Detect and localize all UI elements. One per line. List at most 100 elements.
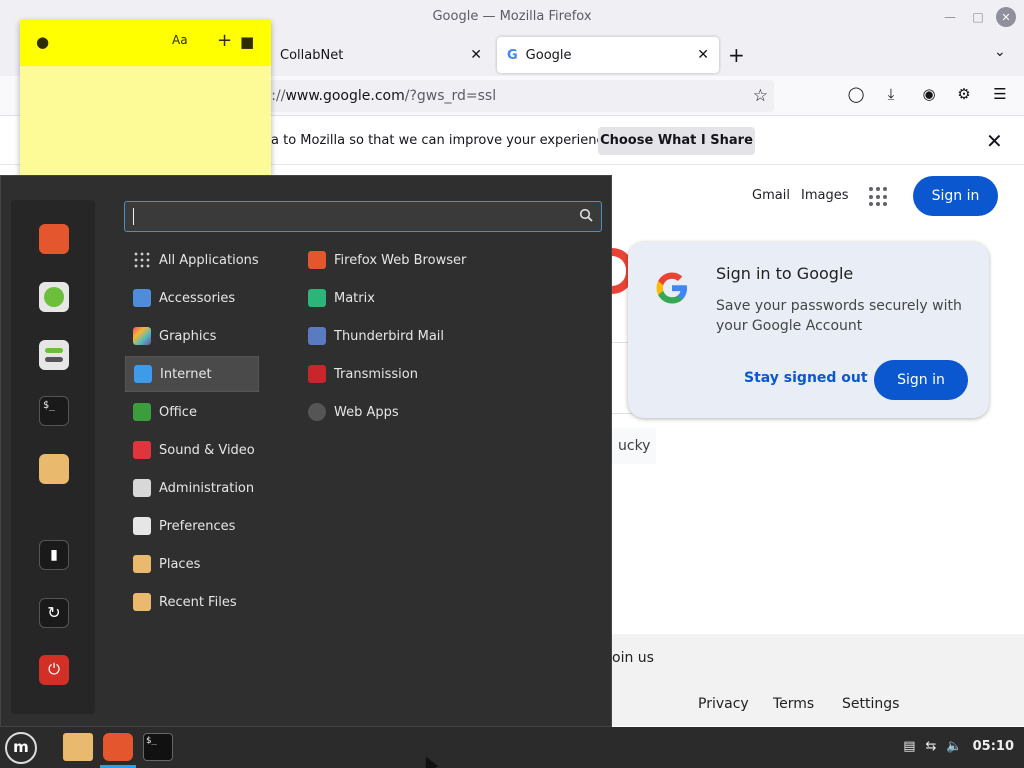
administration-icon [133,479,151,497]
text-caret [133,208,134,225]
category-recent-files[interactable]: Recent Files [125,584,259,620]
category-label: Recent Files [159,594,237,610]
popup-title: Sign in to Google [716,264,854,283]
app-firefox[interactable]: Firefox Web Browser [302,242,562,278]
google-apps-icon[interactable] [869,187,889,207]
grid-icon [133,251,151,269]
office-icon [133,403,151,421]
mint-menu-icon[interactable]: m [5,732,37,764]
app-label: Thunderbird Mail [334,328,445,344]
app-web-apps[interactable]: Web Apps [302,394,562,430]
account-icon[interactable]: ◉ [918,85,940,107]
system-tray: ▤ ⇆ 🔈 05:10 [903,739,1014,754]
gmail-link[interactable]: Gmail [752,188,790,203]
minimize-icon[interactable]: — [940,7,960,27]
category-administration[interactable]: Administration [125,470,259,506]
clock[interactable]: 05:10 [973,739,1014,754]
notification-text: a to Mozilla so that we can improve your… [271,133,616,148]
sticky-note-toolbar: ● Aa + ■ [20,20,271,66]
bookmark-star-icon[interactable]: ☆ [753,86,768,106]
app-label: Web Apps [334,404,399,420]
google-favicon-icon: G [507,47,518,63]
preferences-icon [133,517,151,535]
terminal-icon[interactable]: $_ [143,733,173,761]
add-note-icon[interactable]: + [217,30,232,51]
app-transmission[interactable]: Transmission [302,356,562,392]
volume-icon[interactable]: 🔈 [946,739,962,754]
sticky-note[interactable]: ● Aa + ■ [20,20,271,180]
system-settings-icon[interactable] [39,340,69,370]
folder-icon [133,555,151,573]
shutdown-icon[interactable]: ⏻ [39,655,69,685]
taskbar: m $_ ▤ ⇆ 🔈 05:10 [0,727,1024,768]
files-folder-icon[interactable] [63,733,93,761]
color-drop-icon[interactable]: ● [36,33,49,51]
category-sound-video[interactable]: Sound & Video [125,432,259,468]
category-label: Office [159,404,197,420]
terminal-icon[interactable]: $_ [39,396,69,426]
list-all-tabs-icon[interactable]: ⌄ [994,44,1006,60]
privacy-link[interactable]: Privacy [698,696,749,712]
app-label: Transmission [334,366,418,382]
category-all-applications[interactable]: All Applications [125,242,259,278]
new-tab-icon[interactable]: + [728,43,745,67]
matrix-icon [308,289,326,307]
window-controls: — □ ✕ [940,7,1016,27]
sound-video-icon [133,441,151,459]
lock-screen-icon[interactable]: ▮ [39,540,69,570]
tab-close-icon[interactable]: ✕ [697,47,709,63]
firefox-icon [308,251,326,269]
url-path: /?gws_rd=ssl [404,88,497,104]
app-menu-icon[interactable]: ☰ [989,85,1011,107]
firefox-icon[interactable] [39,224,69,254]
firefox-icon[interactable] [103,733,133,761]
stay-signed-out-button[interactable]: Stay signed out [744,370,868,386]
category-label: Administration [159,480,255,496]
menu-search-input[interactable] [124,201,602,232]
accessories-icon [133,289,151,307]
tab-label: CollabNet [280,47,344,63]
category-graphics[interactable]: Graphics [125,318,259,354]
category-label: Accessories [159,290,236,306]
settings-link[interactable]: Settings [842,696,899,712]
terms-link[interactable]: Terms [773,696,814,712]
text-format-icon[interactable]: Aa [172,33,188,47]
popup-sign-in-button[interactable]: Sign in [874,360,968,400]
images-link[interactable]: Images [801,188,849,203]
logout-icon[interactable]: ↻ [39,598,69,628]
category-label: Preferences [159,518,236,534]
choose-what-i-share-button[interactable]: Choose What I Share [598,127,755,155]
tab-google[interactable]: G Google ✕ [497,37,719,73]
maximize-icon[interactable]: □ [968,7,988,27]
google-g-icon [656,272,687,304]
close-window-icon[interactable]: ✕ [996,7,1016,27]
popup-body: Save your passwords securely with your G… [716,298,962,334]
url-host: www.google.com [285,88,405,104]
download-icon[interactable]: ⤓ [880,85,902,107]
category-internet[interactable]: Internet [125,356,259,392]
category-accessories[interactable]: Accessories [125,280,259,316]
category-office[interactable]: Office [125,394,259,430]
tab-collabnet[interactable]: CollabNet ✕ [270,37,492,73]
category-label: All Applications [159,252,259,268]
extensions-icon[interactable]: ⚙ [953,85,975,107]
feeling-lucky-button[interactable]: ucky [612,428,657,464]
app-thunderbird[interactable]: Thunderbird Mail [302,318,562,354]
network-disconnected-icon[interactable]: ⇆ [926,739,937,754]
join-us-text[interactable]: oin us [612,650,654,666]
google-sign-in-button[interactable]: Sign in [913,176,998,216]
category-preferences[interactable]: Preferences [125,508,259,544]
notification-close-icon[interactable]: ✕ [986,129,1003,153]
app-matrix[interactable]: Matrix [302,280,562,316]
category-label: Sound & Video [159,442,255,458]
pocket-icon[interactable]: ◯ [845,85,867,107]
notes-icon[interactable]: ▤ [903,739,915,754]
url-bar[interactable]: s://www.google.com/?gws_rd=ssl ☆ [240,80,774,112]
tab-close-icon[interactable]: ✕ [470,47,482,63]
category-places[interactable]: Places [125,546,259,582]
files-folder-icon[interactable] [39,454,69,484]
favorites-column: $_ ▮ ↻ ⏻ [11,200,95,714]
app-label: Firefox Web Browser [334,252,467,268]
trash-icon[interactable]: ■ [240,33,254,51]
software-manager-icon[interactable] [39,282,69,312]
